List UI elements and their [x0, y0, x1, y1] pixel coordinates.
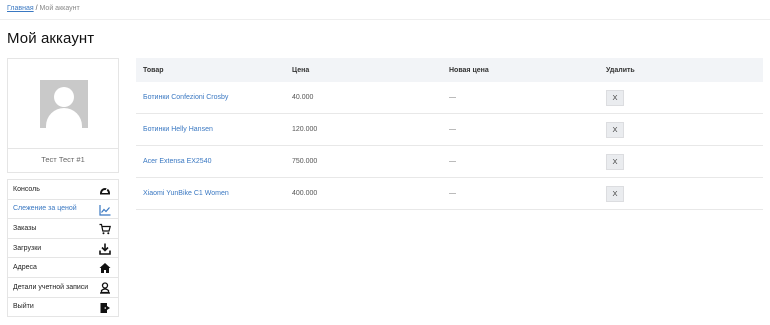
delete-button[interactable]: X — [606, 153, 624, 170]
new-price-cell: — — [449, 94, 456, 101]
menu-item-logout[interactable]: Выйти — [8, 298, 118, 318]
price-cell: 750.000 — [292, 158, 318, 165]
table-row: Acer Extensa EX2540 750.000 — X — [136, 146, 763, 178]
account-menu: Консоль Слежение за ценой Заказы Загрузк… — [7, 179, 119, 318]
new-price-cell: — — [449, 158, 456, 165]
menu-item-orders[interactable]: Заказы — [8, 219, 118, 239]
menu-item-label: Загрузки — [13, 244, 42, 252]
menu-item-price-tracking[interactable]: Слежение за ценой — [8, 200, 118, 220]
price-tracking-table: Товар Цена Новая цена Удалить Ботинки Co… — [136, 58, 763, 210]
table-row: Ботинки Helly Hansen 120.000 — X — [136, 114, 763, 146]
logout-icon — [100, 302, 110, 313]
breadcrumb-current: Мой аккаунт — [39, 5, 80, 12]
breadcrumb-separator: / — [35, 5, 38, 12]
menu-item-label: Заказы — [13, 224, 37, 232]
table-header: Товар Цена Новая цена Удалить — [136, 58, 763, 82]
product-link[interactable]: Xiaomi YunBike C1 Women — [143, 190, 229, 197]
menu-item-addresses[interactable]: Адреса — [8, 258, 118, 278]
profile-divider — [8, 148, 118, 149]
chart-line-icon — [99, 204, 111, 216]
profile-name: Тест Тест #1 — [41, 155, 85, 164]
column-header-price: Цена — [292, 66, 310, 74]
avatar — [40, 80, 88, 128]
new-price-cell: — — [449, 126, 456, 133]
column-header-new-price: Новая цена — [449, 66, 489, 74]
download-icon — [99, 243, 111, 255]
delete-button[interactable]: X — [606, 185, 624, 202]
cart-icon — [99, 224, 111, 235]
top-divider — [0, 19, 770, 20]
table-row: Xiaomi YunBike C1 Women 400.000 — X — [136, 178, 763, 210]
menu-item-label: Консоль — [13, 185, 40, 193]
user-icon — [100, 282, 110, 294]
menu-item-dashboard[interactable]: Консоль — [8, 180, 118, 200]
product-link[interactable]: Ботинки Helly Hansen — [143, 126, 213, 133]
product-link[interactable]: Ботинки Confezioni Crosby — [143, 94, 228, 101]
menu-item-label: Детали учетной записи — [13, 283, 89, 291]
menu-item-account-details[interactable]: Детали учетной записи — [8, 278, 118, 298]
menu-item-downloads[interactable]: Загрузки — [8, 239, 118, 259]
menu-item-label: Выйти — [13, 303, 34, 311]
price-cell: 120.000 — [292, 126, 318, 133]
table-row: Ботинки Confezioni Crosby 40.000 — X — [136, 82, 763, 114]
breadcrumb-home-link[interactable]: Главная — [7, 5, 34, 12]
breadcrumb: Главная / Мой аккаунт — [7, 5, 80, 12]
new-price-cell: — — [449, 190, 456, 197]
delete-button[interactable]: X — [606, 89, 624, 106]
dashboard-icon — [100, 187, 110, 195]
delete-button[interactable]: X — [606, 121, 624, 138]
price-cell: 40.000 — [292, 94, 314, 101]
page-title: Мой аккаунт — [7, 30, 95, 47]
menu-item-label: Адреса — [13, 264, 37, 272]
profile-card: Тест Тест #1 — [7, 58, 119, 173]
column-header-delete: Удалить — [606, 66, 635, 74]
column-header-product: Товар — [143, 66, 164, 74]
product-link[interactable]: Acer Extensa EX2540 — [143, 158, 212, 165]
price-cell: 400.000 — [292, 190, 318, 197]
home-icon — [99, 263, 111, 274]
menu-item-label: Слежение за ценой — [13, 205, 77, 213]
